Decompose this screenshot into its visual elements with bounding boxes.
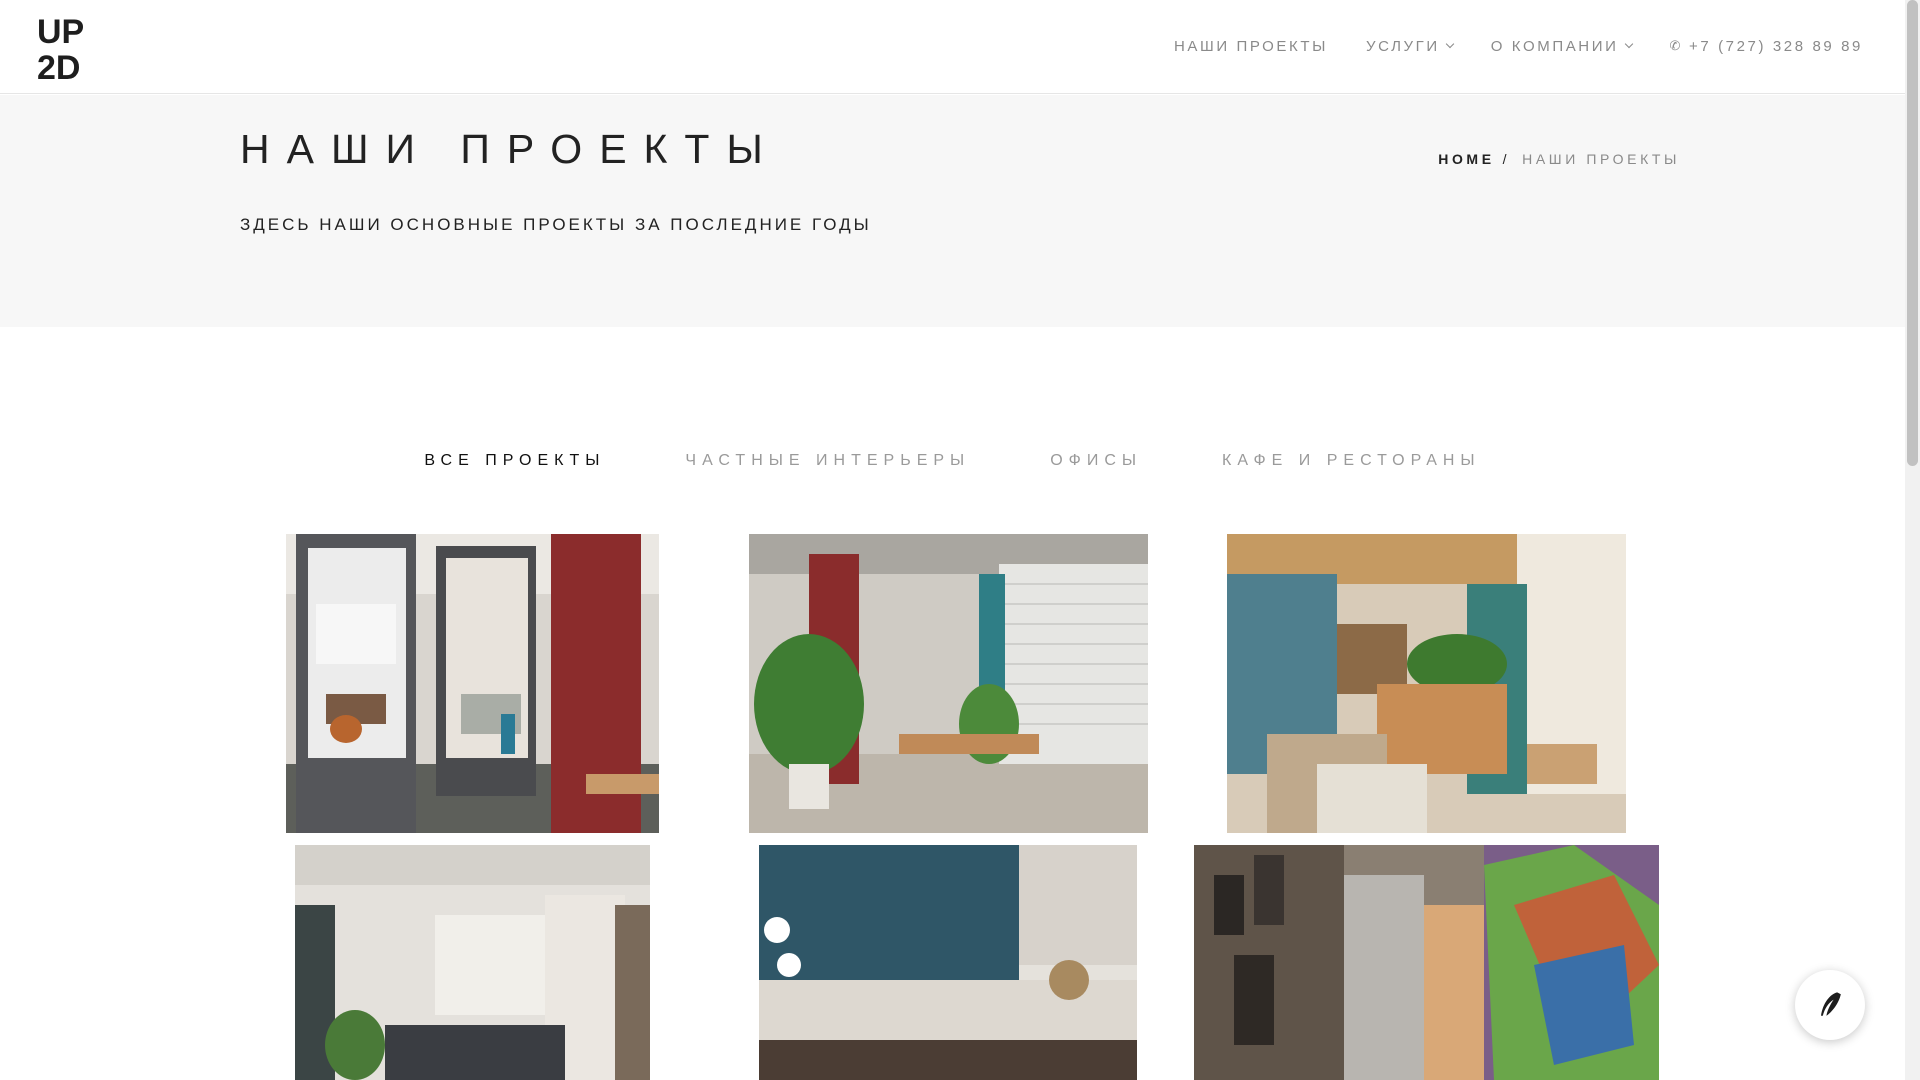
project-image-kitchen: [759, 845, 1137, 1080]
breadcrumb-separator: /: [1502, 151, 1511, 167]
project-image-cafe: [749, 534, 1148, 833]
nav-about-label: О КОМПАНИИ: [1490, 37, 1619, 55]
page-subtitle: ЗДЕСЬ НАШИ ОСНОВНЫЕ ПРОЕКТЫ ЗА ПОСЛЕДНИЕ…: [240, 215, 872, 234]
nav-about[interactable]: О КОМПАНИИ: [1490, 37, 1633, 55]
site-header: UP 2D НАШИ ПРОЕКТЫ УСЛУГИ О КОМПАНИИ ✆ +7…: [0, 0, 1905, 94]
phone-icon: ✆: [1669, 38, 1683, 53]
project-image-corridor: [1194, 845, 1659, 1080]
nav-services[interactable]: УСЛУГИ: [1366, 37, 1454, 55]
nav-services-label: УСЛУГИ: [1366, 37, 1440, 55]
nav-projects[interactable]: НАШИ ПРОЕКТЫ: [1174, 38, 1328, 55]
project-tile-corridor[interactable]: [1194, 845, 1659, 1080]
chevron-down-icon: [1445, 39, 1454, 49]
project-tile-restaurant[interactable]: [1227, 534, 1626, 833]
svg-text:2D: 2D: [37, 49, 80, 83]
company-logo[interactable]: UP 2D: [37, 11, 101, 87]
nav-projects-label: НАШИ ПРОЕКТЫ: [1173, 37, 1328, 55]
main-nav: НАШИ ПРОЕКТЫ УСЛУГИ О КОМПАНИИ ✆ +7 (727)…: [1136, 0, 1863, 92]
chat-widget-button[interactable]: [1795, 970, 1865, 1040]
filter-all[interactable]: ВСЕ ПРОЕКТЫ: [424, 452, 605, 470]
breadcrumb: HOME / НАШИ ПРОЕКТЫ: [1438, 151, 1680, 167]
page-title: НАШИ ПРОЕКТЫ: [240, 126, 780, 172]
feather-icon: [1821, 992, 1841, 1016]
filter-cafes[interactable]: КАФЕ И РЕСТОРАНЫ: [1222, 452, 1481, 470]
project-image-restaurant: [1227, 534, 1626, 833]
scrollbar-thumb[interactable]: [1907, 0, 1918, 466]
filter-private-interiors[interactable]: ЧАСТНЫЕ ИНТЕРЬЕРЫ: [685, 452, 970, 470]
project-image-office: [286, 534, 659, 833]
svg-text:UP: UP: [37, 13, 84, 51]
breadcrumb-current: НАШИ ПРОЕКТЫ: [1522, 151, 1680, 167]
project-tile-cafe[interactable]: [749, 534, 1148, 833]
page-scrollbar[interactable]: [1905, 0, 1920, 1080]
breadcrumb-home[interactable]: HOME: [1438, 151, 1494, 167]
nav-phone[interactable]: ✆ +7 (727) 328 89 89: [1670, 38, 1864, 55]
filter-offices[interactable]: ОФИСЫ: [1050, 452, 1142, 470]
project-tile-kitchen[interactable]: [759, 845, 1137, 1080]
project-tile-living-room[interactable]: [295, 845, 650, 1080]
project-image-living-room: [295, 845, 650, 1080]
phone-number: +7 (727) 328 89 89: [1689, 37, 1863, 55]
project-tile-office[interactable]: [286, 534, 659, 833]
project-filters: ВСЕ ПРОЕКТЫ ЧАСТНЫЕ ИНТЕРЬЕРЫ ОФИСЫ КАФЕ…: [0, 452, 1905, 470]
chevron-down-icon: [1624, 39, 1633, 49]
